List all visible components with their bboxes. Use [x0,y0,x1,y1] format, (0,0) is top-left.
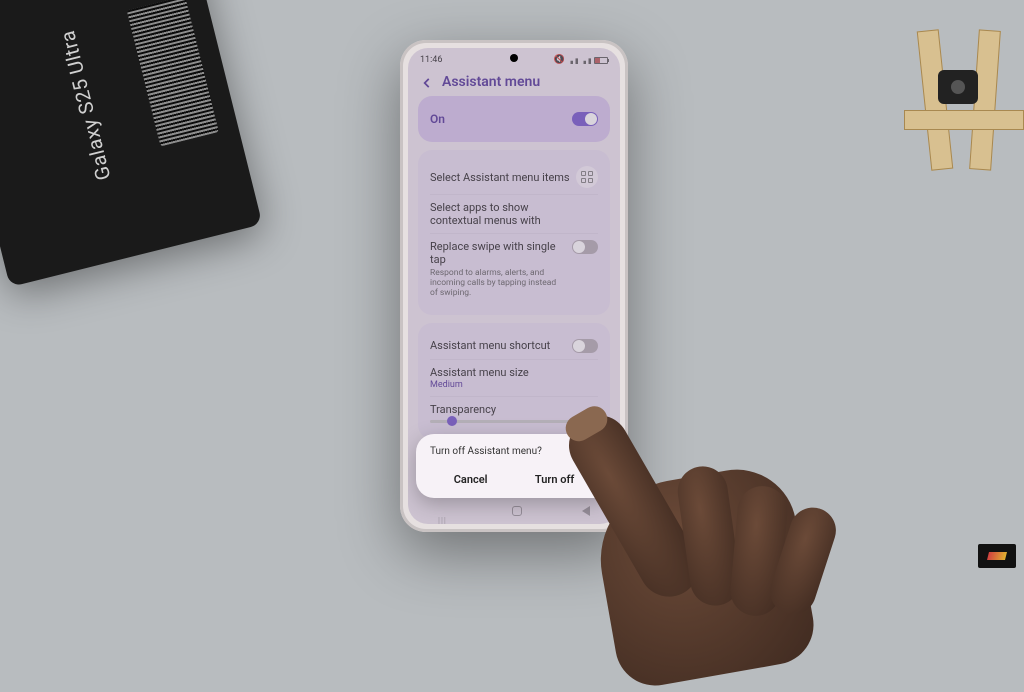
master-toggle-label: On [430,112,445,126]
home-icon[interactable] [512,506,522,516]
grid-icon [576,166,598,188]
select-menu-items-label: Select Assistant menu items [430,171,570,184]
wooden-stand [904,30,1024,180]
master-toggle-card[interactable]: On [418,96,610,142]
master-toggle[interactable] [572,112,598,126]
product-box-label: Galaxy S25 Ultra [55,28,115,183]
recents-icon[interactable] [438,508,452,514]
signal-icon [568,56,578,64]
shortcut-toggle[interactable] [572,339,598,353]
volume-icon: 🔇 [554,55,565,65]
page-title: Assistant menu [442,74,540,90]
barcode [127,0,219,146]
user-hand [564,366,864,616]
page-header: Assistant menu [408,68,620,96]
camera-punch-hole [510,54,518,62]
select-apps-row[interactable]: Select apps to show contextual menus wit… [430,194,598,233]
product-box: Galaxy S25 Ultra [0,0,262,287]
shortcut-row[interactable]: Assistant menu shortcut [430,333,598,359]
camera-module [938,70,978,104]
cancel-button[interactable]: Cancel [454,473,488,486]
replace-swipe-toggle[interactable] [572,240,598,254]
menu-items-card: Select Assistant menu items Select apps … [418,150,610,315]
signal-icon-2 [581,56,591,64]
select-menu-items-row[interactable]: Select Assistant menu items [430,160,598,194]
replace-swipe-title: Replace swipe with single tap [430,240,572,266]
select-apps-label: Select apps to show contextual menus wit… [430,201,580,227]
replace-swipe-row[interactable]: Replace swipe with single tap Respond to… [430,233,598,305]
channel-logo [978,544,1016,568]
back-icon[interactable] [420,75,434,89]
replace-swipe-desc: Respond to alarms, alerts, and incoming … [430,268,560,299]
battery-icon [594,57,608,64]
shortcut-label: Assistant menu shortcut [430,339,550,352]
status-time: 11:46 [420,55,442,65]
